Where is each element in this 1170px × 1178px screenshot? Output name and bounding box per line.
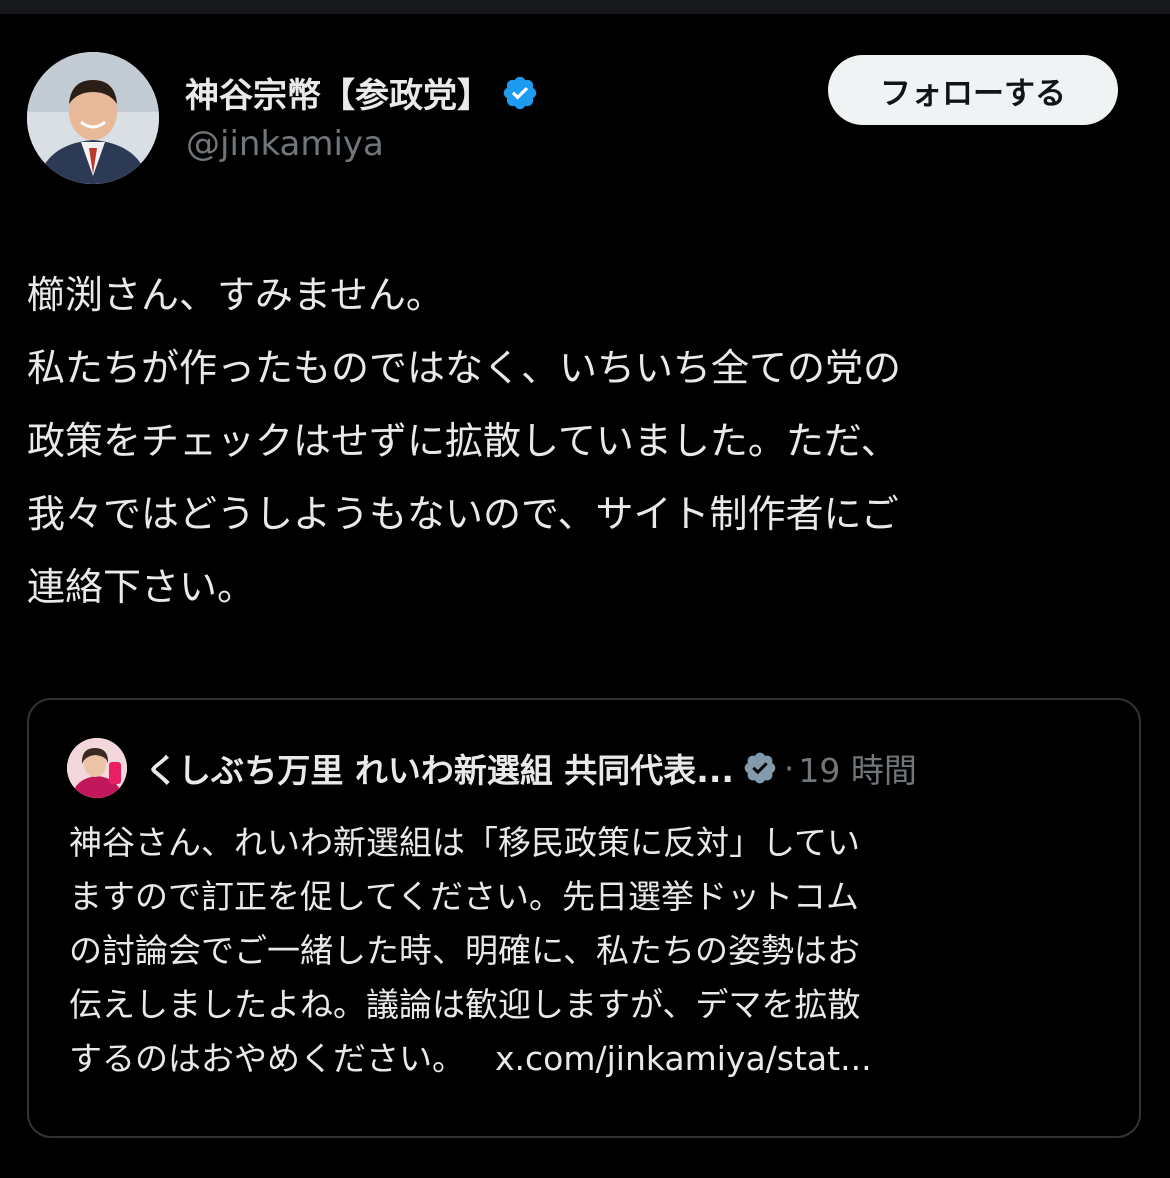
tweet-text-line: 櫛渕さん、すみません。 [27,273,444,317]
author-avatar[interactable] [27,52,159,184]
quoted-header[interactable]: くしぶち万里 れいわ新選組 共同代表... · 19 時間 [145,744,917,792]
status-bar-strip [0,0,1170,14]
tweet-text-line: 政策をチェックはせずに拡散していました。ただ、 [27,419,899,463]
quoted-timestamp[interactable]: 19 時間 [798,744,916,792]
author-display-name[interactable]: 神谷宗幣【参政党】 [185,68,491,117]
quoted-author-avatar[interactable] [67,738,127,798]
tweet-text: 櫛渕さん、すみません。 私たちが作ったものではなく、いちいち全ての党の 政策をチ… [27,259,1137,624]
quoted-text-last-line: するのはおやめください。 x.com/jinkamiya/stat... [69,1032,1109,1086]
quoted-separator: · [783,748,795,788]
author-name-row[interactable]: 神谷宗幣【参政党】 [185,68,539,117]
quoted-text-line: の討論会でご一緒した時、明確に、私たちの姿勢はお [69,931,861,970]
quoted-tweet-text: 神谷さん、れいわ新選組は「移民政策に反対」してい ますので訂正を促してください。… [69,816,1109,1086]
tweet-text-line: 私たちが作ったものではなく、いちいち全ての党の [27,346,902,390]
quoted-text-line: 伝えしましたよね。議論は歓迎しますが、デマを拡散 [69,985,861,1024]
verified-badge-icon [503,76,537,109]
quoted-text-line: ますので訂正を促してください。先日選挙ドットコム [69,877,860,916]
author-handle[interactable]: @jinkamiya [186,124,384,164]
tweet-text-line: 連絡下さい。 [27,565,256,609]
quoted-link[interactable]: x.com/jinkamiya/stat... [495,1039,872,1078]
quoted-author-name[interactable]: くしぶち万里 れいわ新選組 共同代表... [145,744,734,792]
quoted-author-avatar-image [67,738,127,798]
tweet-text-line: 我々ではどうしようもないので、サイト制作者にご [27,492,899,536]
quoted-verified-badge-icon [744,752,776,784]
quoted-text-line: するのはおやめください。 [69,1039,465,1078]
quoted-text-line: 神谷さん、れいわ新選組は「移民政策に反対」してい [69,823,861,862]
quoted-tweet-card[interactable]: くしぶち万里 れいわ新選組 共同代表... · 19 時間 神谷さん、れいわ新選… [27,698,1141,1138]
follow-button[interactable]: フォローする [828,55,1118,125]
author-avatar-image [27,52,159,184]
